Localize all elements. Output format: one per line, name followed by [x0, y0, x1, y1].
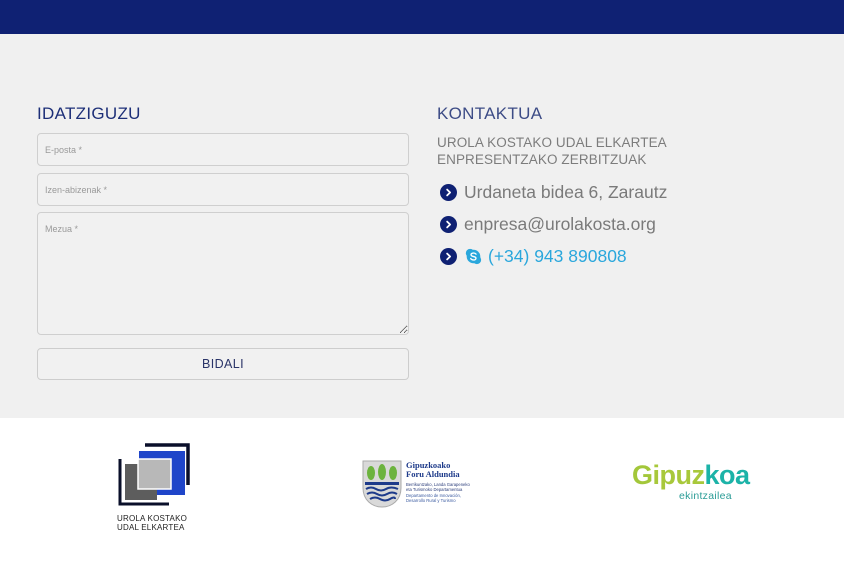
full-name-field[interactable]: [37, 173, 409, 206]
gipuzkoa-subtitle: ekintzailea: [679, 490, 732, 502]
contact-title: KONTAKTUA: [437, 104, 543, 123]
foru-department-eu: Berrikuntzako, Landa Garapeneko eta Turi…: [406, 482, 470, 492]
submit-button[interactable]: BIDALI: [37, 348, 409, 380]
foru-aldundia-shield-icon: [362, 460, 402, 508]
address-text: Urdaneta bidea 6, Zarautz: [464, 181, 668, 202]
chevron-right-icon: [440, 247, 457, 265]
skype-icon: [465, 248, 482, 265]
urola-kosta-logo[interactable]: UROLA KOSTAKO UDAL ELKARTEA: [117, 442, 197, 532]
phone-row: (+34) 943 890808: [440, 245, 627, 267]
chevron-right-icon: [440, 215, 457, 233]
urola-logo-text: UROLA KOSTAKO UDAL ELKARTEA: [117, 514, 188, 532]
email-field[interactable]: [37, 133, 409, 166]
top-bar: [0, 0, 844, 34]
foru-aldundia-name: Gipuzkoako Foru Aldundia: [406, 460, 460, 479]
foru-department-es: Departamento de Innovación, Desarrollo R…: [406, 493, 461, 503]
gipuzkoa-foru-aldundia-logo[interactable]: Gipuzkoako Foru Aldundia Berrikuntzako, …: [362, 460, 484, 510]
message-field[interactable]: [37, 212, 409, 335]
phone-link[interactable]: (+34) 943 890808: [488, 246, 627, 267]
gipuzkoa-ekintzailea-logo[interactable]: Gipuzkoa ekintzailea: [632, 460, 752, 506]
email-text: enpresa@urolakosta.org: [464, 213, 656, 234]
chevron-right-icon: [440, 183, 457, 201]
footer-logos: UROLA KOSTAKO UDAL ELKARTEA Gipuzkoako F…: [0, 418, 844, 562]
address-row: Urdaneta bidea 6, Zarautz: [440, 181, 667, 203]
urola-kosta-emblem-icon: [118, 443, 190, 506]
gipuzkoa-wordmark: Gipuzkoa: [632, 460, 750, 490]
email-row: enpresa@urolakosta.org: [440, 213, 656, 235]
form-title: IDATZIGUZU: [37, 104, 141, 123]
contact-section: IDATZIGUZU BIDALI KONTAKTUA UROLA KOSTAK…: [0, 34, 844, 418]
organization-name: UROLA KOSTAKO UDAL ELKARTEA ENPRESENTZAK…: [437, 135, 667, 167]
